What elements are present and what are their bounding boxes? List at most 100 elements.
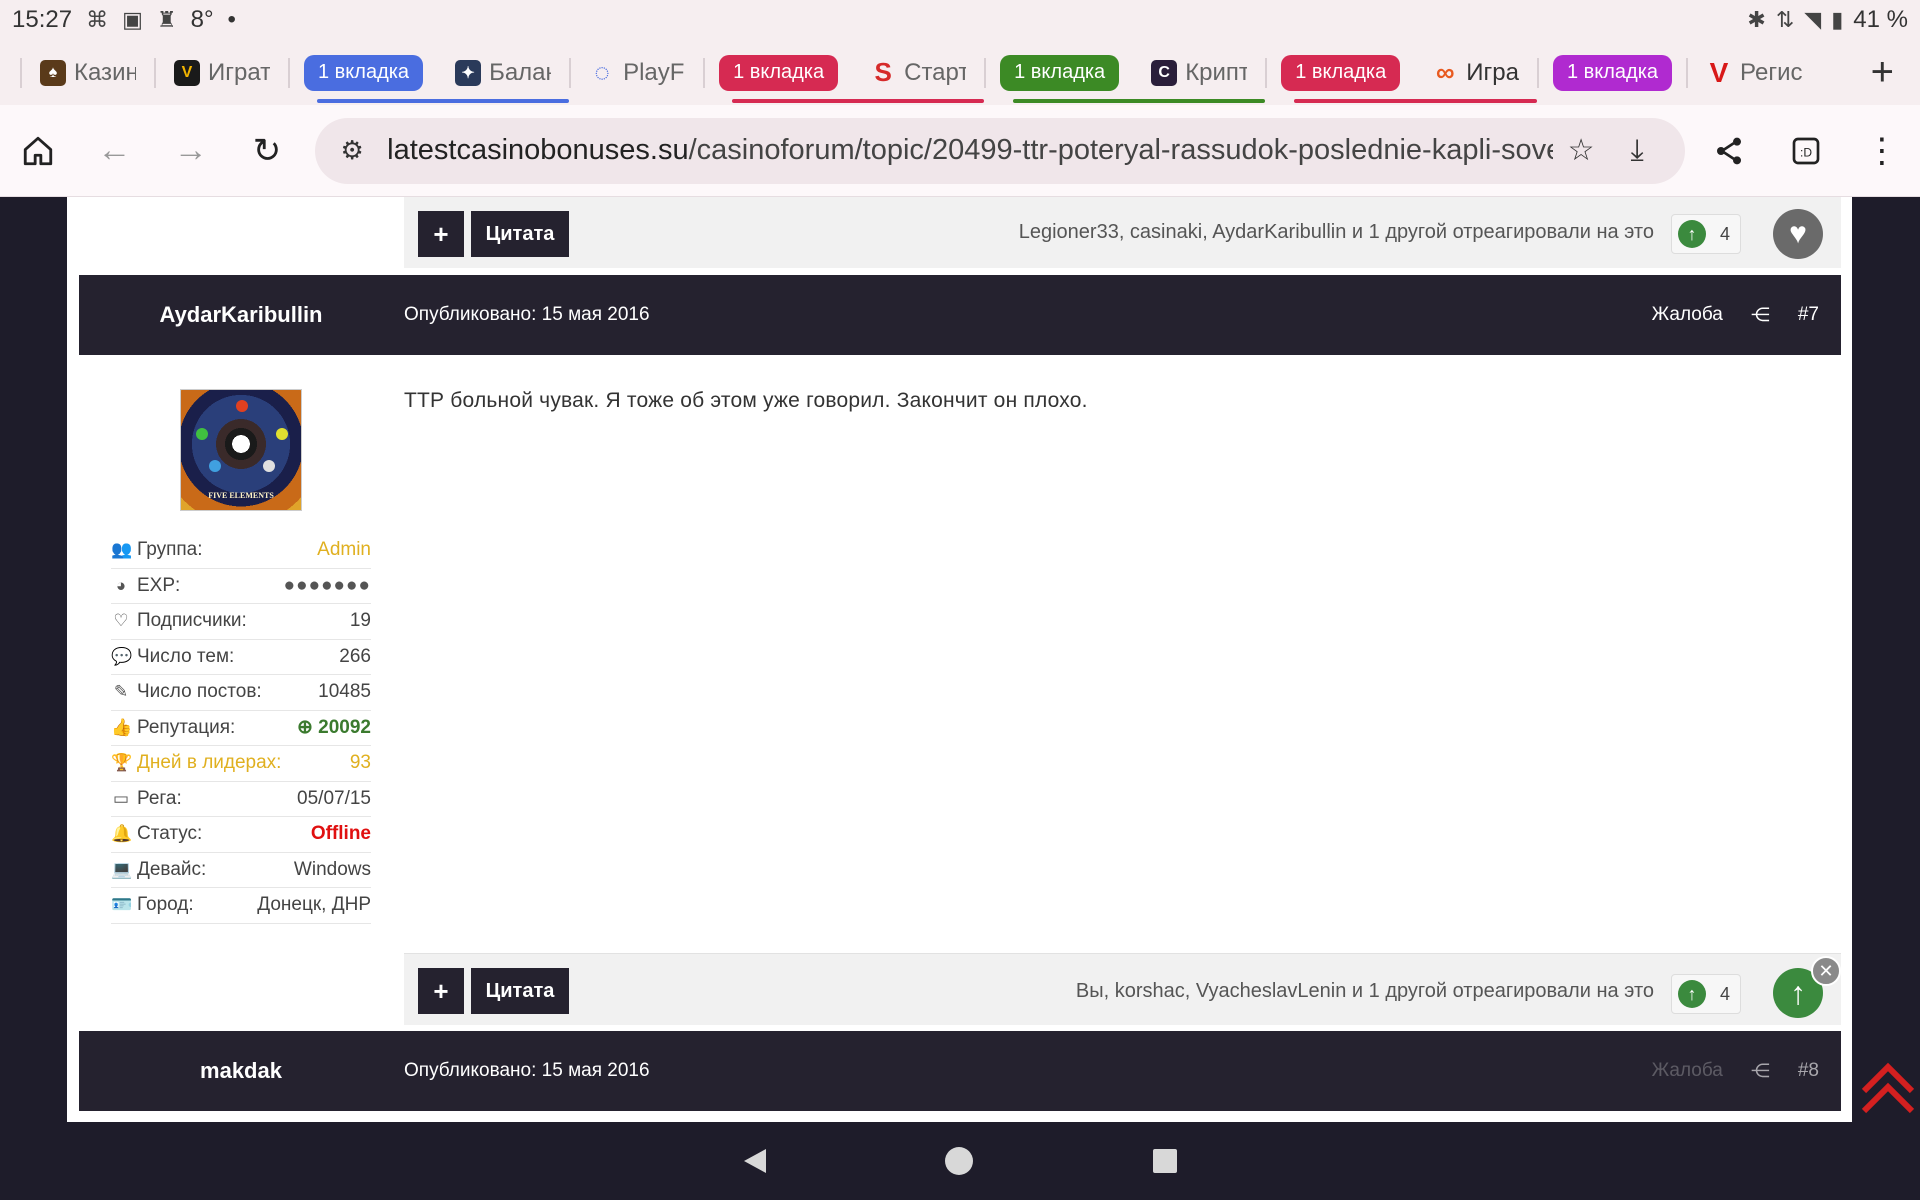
post-number-link[interactable]: #8 bbox=[1798, 1060, 1819, 1082]
tab-favicon-icon: ✦ bbox=[455, 59, 482, 86]
tab-registration[interactable]: VРегистрация bbox=[1688, 40, 1820, 105]
post-date: Опубликовано: 15 мая 2016 bbox=[404, 304, 650, 325]
bell-icon: 🔔 bbox=[111, 824, 133, 844]
arrow-up-icon: ↑ bbox=[1790, 974, 1806, 1011]
post-author[interactable]: AydarKaribullin bbox=[79, 275, 403, 355]
stat-row: 💻 Девайс: Windows bbox=[111, 853, 371, 888]
bluetooth-icon: ✱ bbox=[1747, 7, 1766, 32]
back-button[interactable]: ← bbox=[76, 112, 152, 190]
battery-icon: ▮ bbox=[1831, 7, 1844, 32]
scroll-to-top-button[interactable] bbox=[1858, 1057, 1918, 1117]
forward-button[interactable]: → bbox=[153, 112, 229, 190]
tab-casino[interactable]: ♠Казино bbox=[22, 40, 154, 105]
heart-icon: ♡ bbox=[113, 611, 129, 631]
reaction-count-badge[interactable]: ↑ 4 bbox=[1671, 214, 1741, 254]
tab-balance[interactable]: ✦Баланс bbox=[317, 40, 570, 105]
share-post-icon[interactable]: ⋲ bbox=[1751, 304, 1770, 327]
stat-value: 10485 bbox=[318, 681, 371, 703]
stat-value: ⊕ 20092 bbox=[296, 717, 371, 739]
stat-row: ♡ Подписчики: 19 bbox=[111, 604, 371, 640]
tab-crypto[interactable]: CКрипто bbox=[1013, 40, 1266, 105]
temperature: 8° bbox=[190, 6, 214, 33]
more-notifications-dot: • bbox=[227, 6, 236, 33]
more-vertical-icon: ⋮ bbox=[1864, 131, 1899, 170]
nav-back-button[interactable] bbox=[730, 1136, 780, 1186]
upvote-icon: ↑ bbox=[1678, 220, 1706, 248]
site-settings-icon[interactable]: ⚙ bbox=[335, 123, 369, 179]
reactions-summary[interactable]: Legioner33, casinaki, AydarKaribullin и … bbox=[1019, 221, 1654, 244]
tab-start[interactable]: S Старт bbox=[732, 40, 985, 105]
post-number-link[interactable]: #7 bbox=[1798, 304, 1819, 326]
wifi-icon: ◥ bbox=[1804, 7, 1822, 32]
nav-recents-button[interactable] bbox=[1140, 1136, 1190, 1186]
post-author[interactable]: makdak bbox=[79, 1031, 403, 1111]
new-tab-button[interactable]: + bbox=[1871, 50, 1894, 95]
tab-favicon-icon: S bbox=[874, 57, 892, 87]
stat-value: 05/07/15 bbox=[297, 787, 371, 809]
quote-button[interactable]: Цитата bbox=[471, 968, 569, 1014]
multiquote-button[interactable]: + bbox=[418, 968, 464, 1014]
post-date: Опубликовано: 15 мая 2016 bbox=[404, 1060, 650, 1081]
trophy-icon: 🏆 bbox=[111, 753, 133, 773]
bookmark-star-icon[interactable]: ☆ bbox=[1553, 123, 1609, 179]
system-navigation-bar bbox=[0, 1122, 1920, 1200]
stat-label: Число постов: bbox=[137, 681, 262, 703]
report-link[interactable]: Жалоба bbox=[1652, 1060, 1723, 1082]
stat-value: Windows bbox=[293, 858, 371, 880]
stat-label: Рега: bbox=[137, 787, 182, 809]
tab-game[interactable]: ∞ Игра bbox=[1294, 40, 1537, 105]
forum-page: + Цитата Legioner33, casinaki, AydarKari… bbox=[67, 197, 1852, 1122]
tab-group-red-1[interactable]: 1 вкладка bbox=[705, 40, 852, 105]
stat-row: 🏆 Дней в лидерах: 93 bbox=[111, 746, 371, 782]
stat-value[interactable]: Admin bbox=[317, 539, 371, 561]
clock: 15:27 bbox=[12, 6, 73, 33]
reload-icon: ↻ bbox=[252, 131, 282, 170]
media-icon: ▣ bbox=[122, 7, 143, 32]
browser-toolbar: ← → ↻ ⚙ latestcasinobonuses.su/casinofor… bbox=[0, 105, 1920, 197]
tab-group-purple[interactable]: 1 вкладка bbox=[1539, 40, 1686, 105]
stat-label: Группа: bbox=[137, 539, 203, 561]
report-link[interactable]: Жалоба bbox=[1652, 304, 1723, 326]
address-bar[interactable]: ⚙ latestcasinobonuses.su/casinoforum/top… bbox=[315, 117, 1686, 184]
menu-button[interactable]: ⋮ bbox=[1844, 112, 1920, 190]
avatar[interactable]: FIVE ELEMENTS bbox=[180, 389, 302, 511]
quote-button[interactable]: Цитата bbox=[471, 211, 569, 257]
home-button[interactable] bbox=[0, 112, 76, 190]
calendar-icon: ▭ bbox=[112, 788, 130, 808]
download-icon[interactable]: ⤓ bbox=[1609, 123, 1665, 179]
share-icon bbox=[1717, 137, 1742, 164]
laptop-icon: 💻 bbox=[111, 859, 133, 879]
post-header: makdak Опубликовано: 15 мая 2016 Жалоба … bbox=[79, 1031, 1841, 1111]
multiquote-button[interactable]: + bbox=[418, 211, 464, 257]
arrow-left-icon: ← bbox=[97, 131, 132, 169]
triangle-back-icon bbox=[744, 1149, 766, 1173]
close-reaction-button[interactable]: ✕ bbox=[1811, 956, 1841, 986]
extension-button[interactable]: :D bbox=[1767, 112, 1843, 190]
nav-home-button[interactable] bbox=[934, 1136, 984, 1186]
reload-button[interactable]: ↻ bbox=[229, 112, 305, 190]
thumbs-up-icon: 👍 bbox=[111, 717, 133, 737]
pie-chart-icon: ◕ bbox=[115, 575, 127, 595]
tab-favicon-icon: V bbox=[174, 59, 200, 86]
stat-value: Донецк, ДНР bbox=[257, 894, 371, 916]
heart-icon: ♥ bbox=[1789, 217, 1807, 250]
stat-row: 👍 Репутация: ⊕ 20092 bbox=[111, 711, 371, 746]
stat-label: Число тем: bbox=[137, 645, 235, 667]
tab-group-green[interactable]: 1 вкладка bbox=[986, 40, 1133, 105]
tab-playfortuna[interactable]: ◌PlayFortuna bbox=[571, 40, 703, 105]
url-text[interactable]: latestcasinobonuses.su/casinoforum/topic… bbox=[387, 134, 1553, 167]
double-chevron-up-icon bbox=[1861, 1062, 1915, 1114]
reactions-summary[interactable]: Вы, korshac, VyacheslavLenin и 1 другой … bbox=[1076, 980, 1654, 1003]
data-arrows-icon: ⇅ bbox=[1775, 7, 1795, 32]
tab-group-red-2[interactable]: 1 вкладка bbox=[1267, 40, 1414, 105]
tab-favicon-icon: V bbox=[1709, 56, 1729, 88]
tab-play[interactable]: VИграть bbox=[156, 40, 288, 105]
like-heart-button[interactable]: ♥ bbox=[1773, 209, 1823, 259]
tab-group-blue[interactable]: 1 вкладка bbox=[290, 40, 437, 105]
reaction-count-badge[interactable]: ↑ 4 bbox=[1671, 974, 1741, 1014]
share-post-icon[interactable]: ⋲ bbox=[1751, 1060, 1770, 1083]
circle-home-icon bbox=[945, 1147, 973, 1175]
share-button[interactable] bbox=[1691, 112, 1767, 190]
stat-row: 👥 Группа: Admin bbox=[111, 533, 371, 569]
stat-value: ●●●●●●● bbox=[283, 574, 371, 596]
